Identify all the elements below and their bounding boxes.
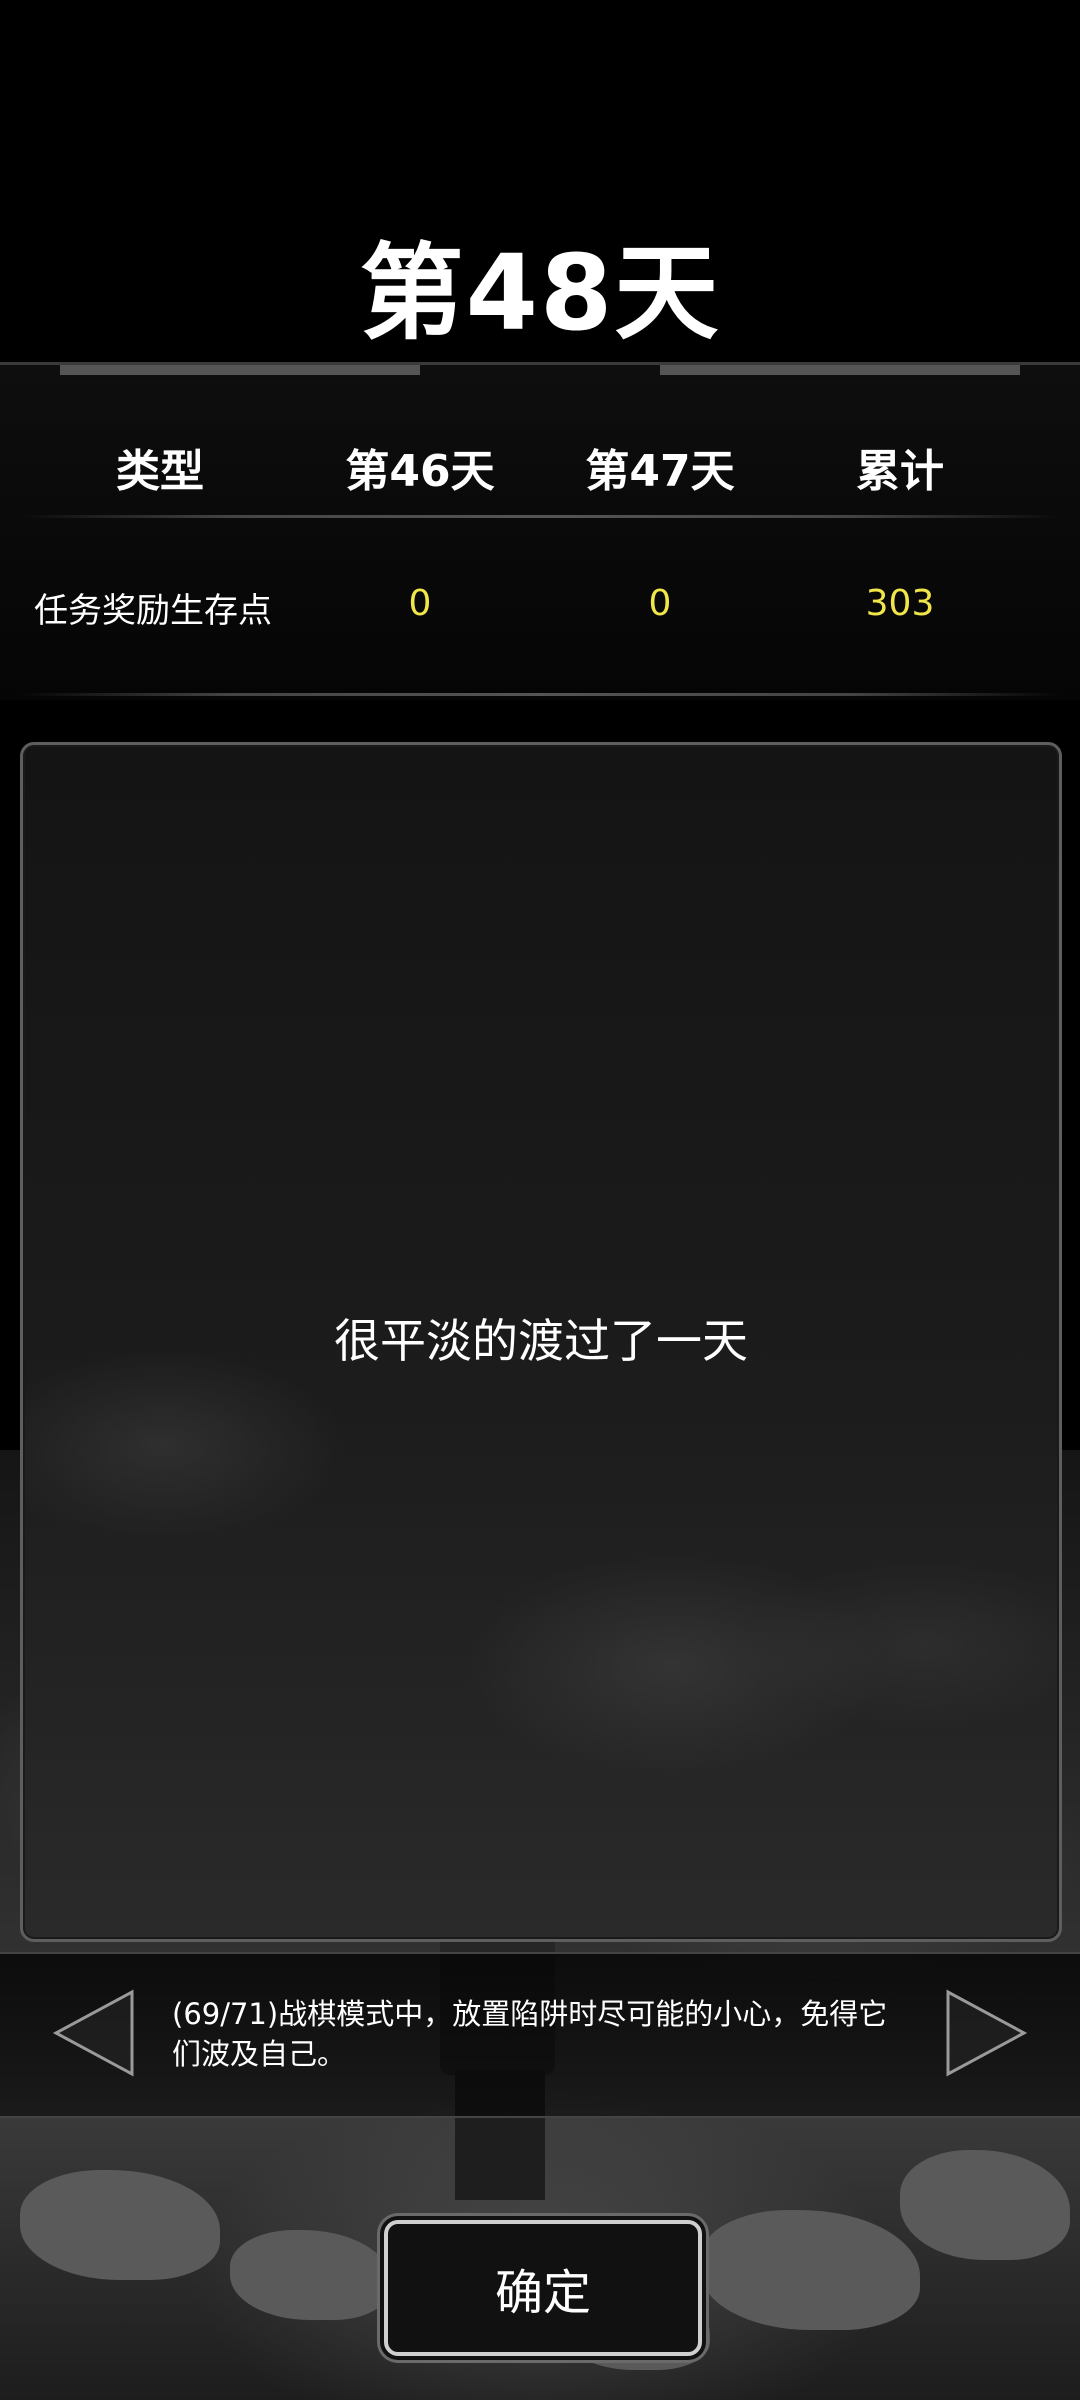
divider — [20, 693, 1060, 696]
divider — [20, 515, 1060, 518]
rubble — [230, 2230, 390, 2320]
column-header-day47: 第47天 — [585, 446, 735, 497]
column-header-type: 类型 — [116, 446, 204, 497]
row-label-reward-points: 任务奖励生存点 — [34, 591, 272, 631]
rubble — [700, 2210, 920, 2330]
prev-tip-button[interactable] — [50, 1988, 140, 2078]
event-message-box: 很平淡的渡过了一天 — [20, 742, 1062, 1942]
column-header-total: 累计 — [856, 446, 944, 497]
value-day46: 0 — [408, 583, 432, 624]
stats-panel: 类型 第46天 第47天 累计 任务奖励生存点 0 0 303 — [0, 362, 1080, 700]
day-title: 第48天 — [359, 232, 721, 354]
event-message: 很平淡的渡过了一天 — [334, 1314, 748, 1368]
confirm-button[interactable]: 确定 — [384, 2220, 702, 2356]
rubble — [20, 2170, 220, 2280]
triangle-left-icon — [52, 1989, 134, 2077]
tip-bar: (69/71)战棋模式中，放置陷阱时尽可能的小心，免得它们波及自己。 — [0, 1952, 1080, 2118]
panel-decoration — [660, 365, 1020, 375]
rubble — [900, 2150, 1070, 2260]
panel-decoration — [60, 365, 420, 375]
triangle-right-icon — [946, 1989, 1028, 2077]
value-day47: 0 — [648, 583, 672, 624]
value-total: 303 — [865, 583, 935, 624]
tip-text: (69/71)战棋模式中，放置陷阱时尽可能的小心，免得它们波及自己。 — [172, 1997, 888, 2071]
next-tip-button[interactable] — [940, 1988, 1030, 2078]
column-header-day46: 第46天 — [345, 446, 495, 497]
